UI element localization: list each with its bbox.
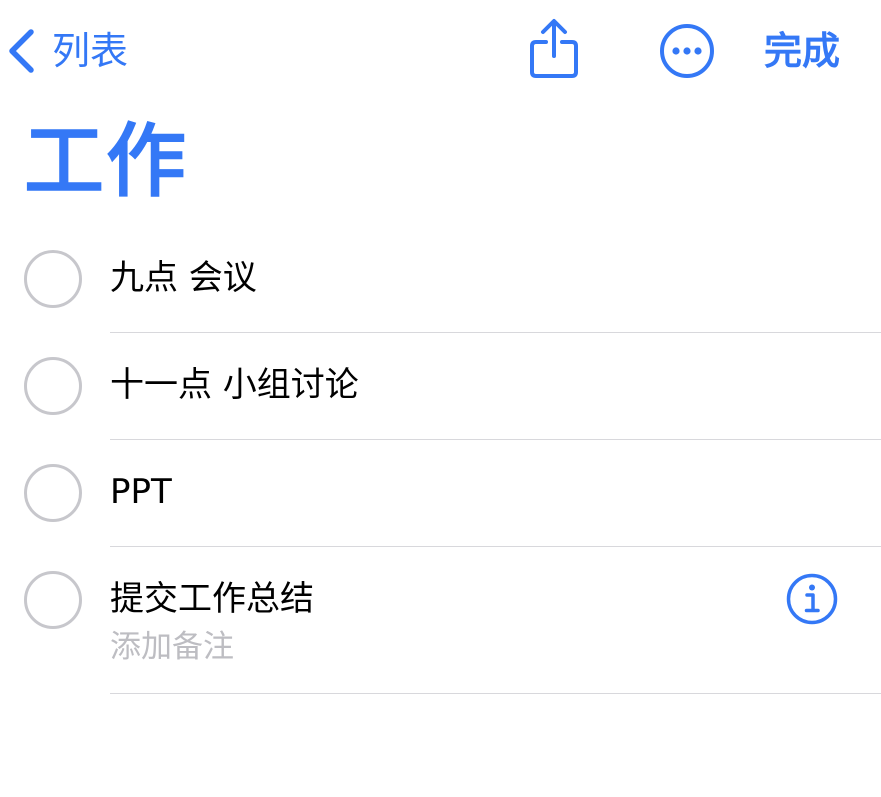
more-options-button[interactable] <box>659 23 715 83</box>
reminder-list: 九点 会议 十一点 小组讨论 PPT 提交工作总结 添加备注 <box>0 226 881 694</box>
reminder-row-selected: 提交工作总结 添加备注 <box>0 547 881 694</box>
completion-checkbox[interactable] <box>24 357 82 415</box>
ellipsis-circle-icon <box>660 24 714 78</box>
info-circle-icon <box>786 573 838 625</box>
chevron-left-icon <box>9 29 34 73</box>
row-separator <box>110 693 881 694</box>
reminder-title[interactable]: 十一点 小组讨论 <box>110 363 359 407</box>
share-button[interactable] <box>528 18 580 84</box>
back-button-label: 列表 <box>52 29 129 73</box>
done-button[interactable]: 完成 <box>764 27 840 75</box>
navigation-bar: 列表 完成 <box>0 0 881 100</box>
reminder-row: PPT <box>0 440 881 547</box>
completion-checkbox[interactable] <box>24 571 82 629</box>
reminder-title[interactable]: PPT <box>110 470 172 514</box>
back-button[interactable]: 列表 <box>6 24 128 78</box>
completion-checkbox[interactable] <box>24 250 82 308</box>
reminder-row: 九点 会议 <box>0 226 881 333</box>
reminder-row: 十一点 小组讨论 <box>0 333 881 440</box>
reminder-title[interactable]: 提交工作总结 <box>110 577 314 621</box>
completion-checkbox[interactable] <box>24 464 82 522</box>
reminder-title[interactable]: 九点 会议 <box>110 256 257 300</box>
add-note-field[interactable]: 添加备注 <box>110 627 234 667</box>
list-title: 工作 <box>24 115 188 208</box>
share-icon <box>530 19 578 78</box>
info-button[interactable] <box>786 573 838 629</box>
